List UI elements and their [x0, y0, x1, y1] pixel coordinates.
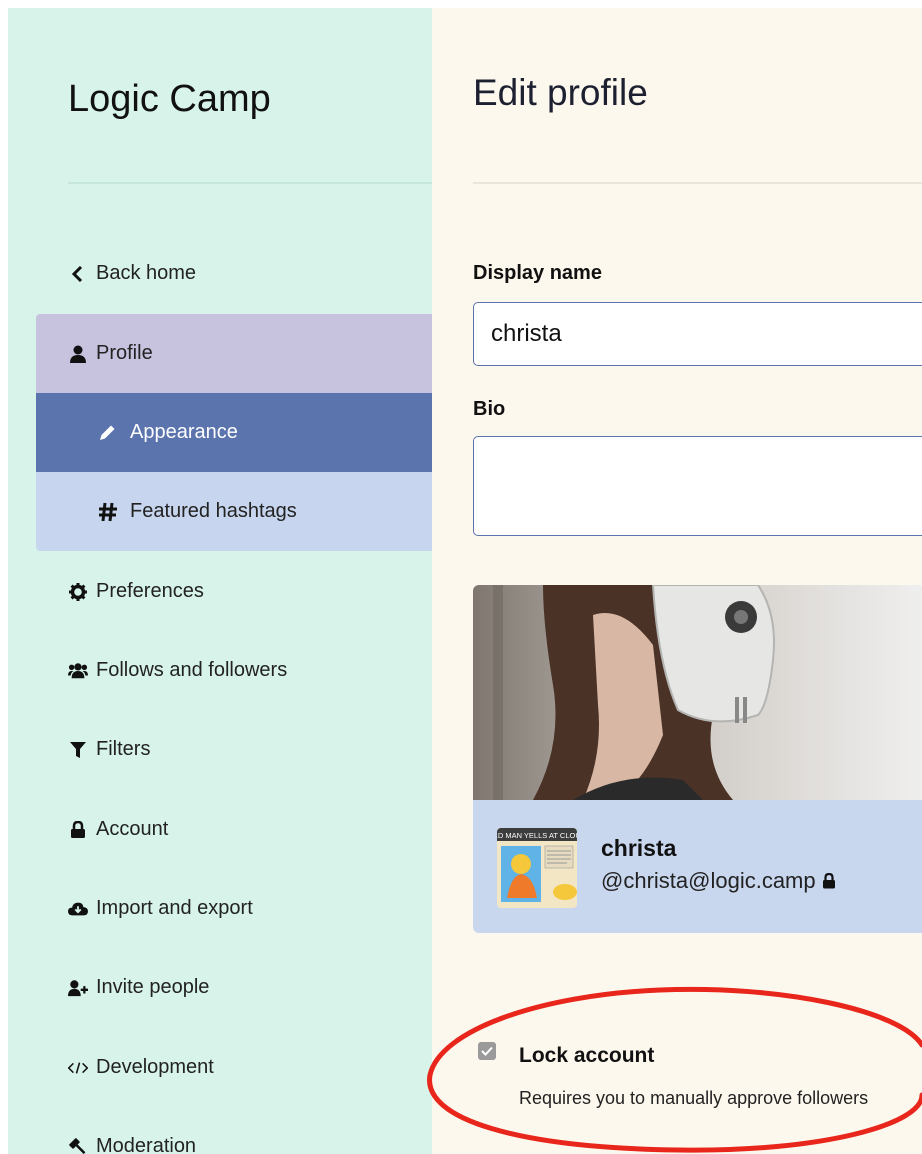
- sidebar-item-back-home[interactable]: Back home: [36, 234, 432, 313]
- title-divider: [473, 182, 922, 184]
- display-name-label: Display name: [473, 262, 602, 284]
- sidebar-item-account[interactable]: Account: [36, 790, 432, 869]
- sidebar-item-label: Back home: [96, 262, 197, 284]
- preview-handle: @christa@logic.camp: [601, 868, 836, 894]
- sidebar-item-label: Import and export: [96, 897, 253, 919]
- sidebar-item-label: Appearance: [130, 421, 238, 443]
- sidebar-item-appearance[interactable]: Appearance: [36, 393, 432, 472]
- sidebar-item-label: Moderation: [96, 1135, 197, 1154]
- bio-textarea[interactable]: [473, 436, 922, 536]
- profile-preview-card: OLD MAN YELLS AT CLOUD christa @christa@…: [473, 585, 922, 933]
- preview-display-name: christa: [601, 835, 677, 861]
- cloud-download-icon: [68, 901, 88, 917]
- sidebar-item-label: Development: [96, 1056, 214, 1078]
- users-icon: [68, 662, 88, 680]
- sidebar-item-preferences[interactable]: Preferences: [36, 552, 432, 631]
- sidebar-item-development[interactable]: Development: [36, 1028, 432, 1107]
- sidebar-item-import-and-export[interactable]: Import and export: [36, 869, 432, 948]
- sidebar-item-moderation[interactable]: Moderation: [36, 1107, 432, 1154]
- hashtag-icon: [98, 502, 118, 522]
- gavel-icon: [68, 1137, 88, 1154]
- sidebar-item-invite-people[interactable]: Invite people: [36, 948, 432, 1027]
- sidebar-item-label: Profile: [96, 342, 153, 364]
- avatar-image: OLD MAN YELLS AT CLOUD: [497, 828, 577, 908]
- preview-handle-text: @christa@logic.camp: [601, 868, 816, 893]
- lock-account-checkbox[interactable]: [478, 1042, 496, 1060]
- sidebar-item-follows-and-followers[interactable]: Follows and followers: [36, 631, 432, 710]
- checkmark-icon: [481, 1046, 493, 1056]
- sidebar-item-label: Featured hashtags: [130, 500, 297, 522]
- gear-icon: [68, 582, 88, 601]
- lock-account-label[interactable]: Lock account: [519, 1044, 654, 1068]
- edit-profile-panel: Edit profile Display name Bio: [432, 8, 922, 1154]
- lock-icon: [822, 873, 836, 889]
- avatar[interactable]: OLD MAN YELLS AT CLOUD: [497, 828, 577, 908]
- user-plus-icon: [68, 979, 88, 997]
- sidebar-divider: [68, 182, 432, 184]
- lock-account-hint: Requires you to manually approve followe…: [519, 1088, 869, 1108]
- sidebar-item-label: Follows and followers: [96, 659, 288, 681]
- sidebar-item-label: Filters: [96, 738, 151, 760]
- pencil-icon: [98, 424, 118, 442]
- sidebar-item-label: Invite people: [96, 976, 210, 998]
- user-icon: [68, 345, 88, 363]
- bio-label: Bio: [473, 398, 506, 420]
- sidebar-item-profile[interactable]: Profile: [36, 314, 432, 393]
- settings-sidebar: Logic Camp Back home Profile Appearance …: [8, 8, 432, 1154]
- display-name-input[interactable]: [473, 302, 922, 366]
- brand-title[interactable]: Logic Camp: [68, 78, 271, 121]
- sidebar-item-filters[interactable]: Filters: [36, 710, 432, 789]
- code-icon: [68, 1060, 88, 1076]
- sidebar-item-featured-hashtags[interactable]: Featured hashtags: [36, 472, 432, 551]
- sidebar-item-label: Account: [96, 818, 169, 840]
- lock-icon: [68, 820, 88, 839]
- page-title: Edit profile: [473, 72, 648, 113]
- sidebar-item-label: Preferences: [96, 580, 204, 602]
- header-image[interactable]: [473, 585, 922, 800]
- avatar-newspaper-headline: OLD MAN YELLS AT CLOUD: [497, 831, 577, 840]
- filter-icon: [68, 741, 88, 759]
- chevron-left-icon: [68, 265, 88, 282]
